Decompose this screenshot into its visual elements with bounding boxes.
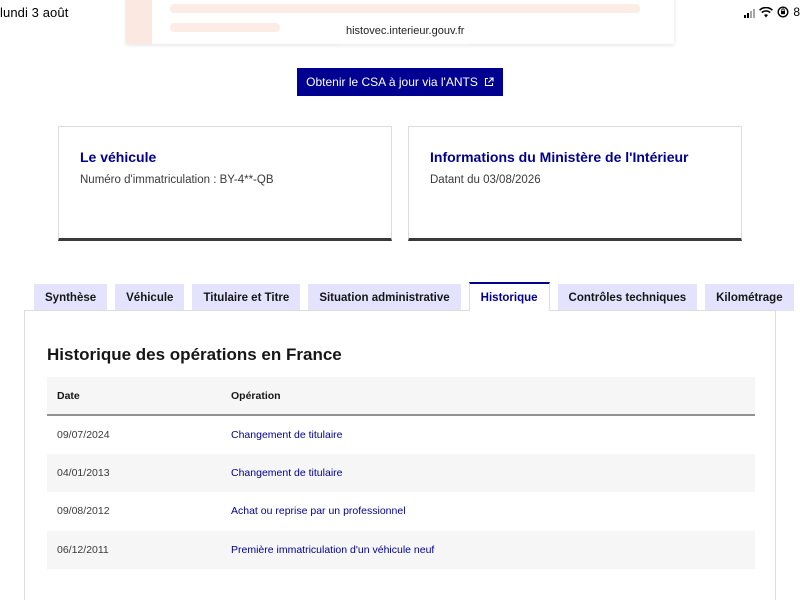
- tab-situation-administrative[interactable]: Situation administrative: [308, 284, 461, 311]
- row-operation: Changement de titulaire: [231, 428, 343, 441]
- table-row: 04/01/2013 Changement de titulaire: [47, 453, 755, 492]
- vehicle-registration: Numéro d'immatriculation : BY-4**-QB: [80, 174, 274, 186]
- ministry-card: Informations du Ministère de l'Intérieur…: [408, 126, 742, 241]
- ministry-card-title: Informations du Ministère de l'Intérieur: [430, 149, 689, 165]
- tab-controles-techniques[interactable]: Contrôles techniques: [557, 284, 698, 311]
- ministry-card-date: Datant du 03/08/2026: [430, 174, 541, 186]
- csa-ants-button-label: Obtenir le CSA à jour via l'ANTS: [306, 75, 478, 89]
- external-link-icon: [484, 77, 494, 87]
- status-indicators: 8: [744, 4, 800, 20]
- history-title: Historique des opérations en France: [47, 345, 342, 364]
- row-operation: Achat ou reprise par un professionnel: [231, 505, 406, 518]
- table-row: 09/08/2012 Achat ou reprise par un profe…: [47, 492, 755, 531]
- rotation-lock-icon: [777, 6, 789, 18]
- tab-historique[interactable]: Historique: [468, 282, 550, 311]
- row-date: 06/12/2011: [47, 530, 221, 569]
- row-operation: Première immatriculation d'un véhicule n…: [221, 530, 755, 569]
- cellular-signal-icon: [744, 7, 756, 18]
- tab-list: Synthèse Véhicule Titulaire et Titre Sit…: [34, 282, 794, 311]
- row-date: 09/07/2024: [57, 428, 110, 441]
- url-bar[interactable]: histovec.interieur.gouv.fr: [336, 20, 475, 42]
- tab-synthese[interactable]: Synthèse: [34, 284, 108, 311]
- tab-titulaire-titre[interactable]: Titulaire et Titre: [192, 284, 301, 311]
- column-header-operation: Opération: [221, 377, 755, 416]
- history-table: Date Opération 09/07/2024 Changement de …: [47, 377, 755, 569]
- tab-vehicule[interactable]: Véhicule: [115, 284, 185, 311]
- battery-percentage: 8: [793, 5, 800, 19]
- vehicle-card: Le véhicule Numéro d'immatriculation : B…: [58, 126, 392, 241]
- history-panel: Historique des opérations en France Date…: [24, 310, 776, 600]
- table-header-row: Date Opération: [47, 377, 755, 416]
- csa-ants-button[interactable]: Obtenir le CSA à jour via l'ANTS: [297, 68, 503, 96]
- row-date: 09/08/2012: [57, 505, 110, 518]
- table-row: 09/07/2024 Changement de titulaire: [47, 415, 755, 454]
- tab-kilometrage[interactable]: Kilométrage: [705, 284, 794, 311]
- vehicle-card-title: Le véhicule: [80, 149, 157, 165]
- row-date: 04/01/2013: [47, 453, 221, 492]
- row-operation: Changement de titulaire: [221, 453, 755, 492]
- status-time: lundi 3 août: [0, 5, 69, 20]
- table-row: 06/12/2011 Première immatriculation d'un…: [47, 530, 755, 569]
- column-header-date: Date: [47, 377, 221, 416]
- wifi-icon: [759, 6, 774, 17]
